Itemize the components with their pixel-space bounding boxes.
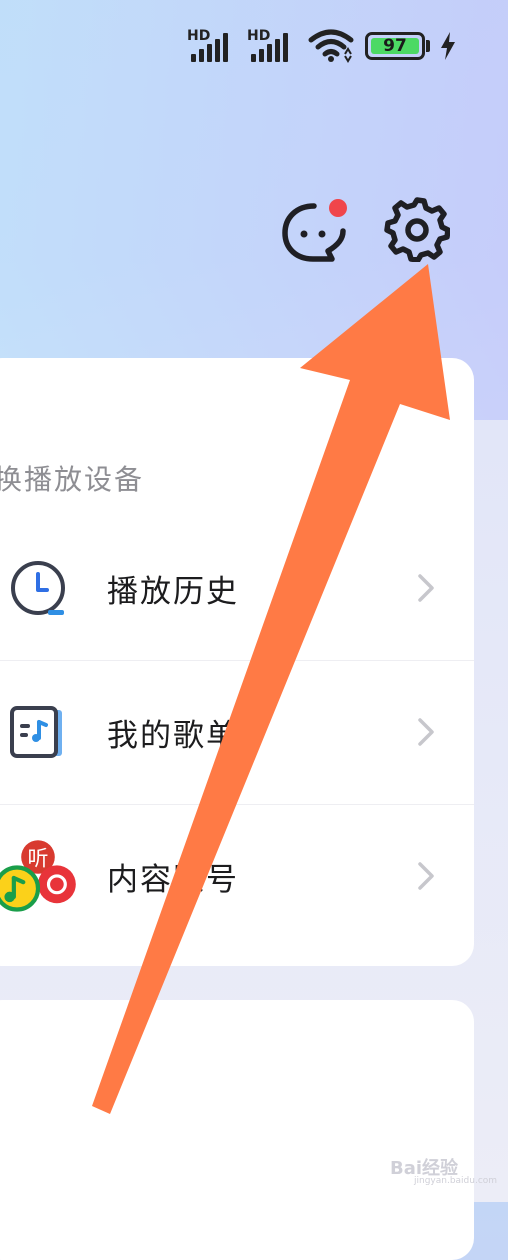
svg-text:听: 听 — [28, 846, 49, 870]
menu-item-content-accounts[interactable]: 听 内容账号 — [0, 804, 474, 948]
secondary-card — [0, 1000, 474, 1260]
chevron-right-icon — [418, 574, 434, 602]
menu-item-label: 我的歌单 — [107, 718, 239, 754]
charging-icon — [441, 32, 455, 60]
chevron-right-icon — [418, 718, 434, 746]
playlist-icon — [10, 706, 62, 758]
chat-bubble-icon[interactable] — [280, 198, 352, 266]
battery-level: 97 — [383, 36, 407, 56]
menu-item-label: 播放历史 — [107, 574, 239, 610]
wifi-icon — [308, 29, 354, 63]
menu-item-label: 内容账号 — [107, 862, 239, 898]
menu-item-my-playlists[interactable]: 我的歌单 — [0, 660, 474, 804]
menu-item-play-history[interactable]: 播放历史 — [0, 516, 474, 660]
sim1-signal-icon: HD — [187, 28, 237, 64]
chevron-right-icon — [418, 862, 434, 890]
content-accounts-icon: 听 — [0, 840, 76, 912]
status-bar: HD HD 97 — [187, 26, 456, 66]
sim2-signal-icon: HD — [247, 28, 297, 64]
notification-dot — [329, 199, 347, 217]
gear-icon[interactable] — [384, 196, 450, 262]
battery-cap — [426, 40, 430, 52]
switch-device-label[interactable]: 换播放设备 — [0, 458, 144, 498]
clock-history-icon — [11, 561, 65, 615]
watermark-sub: jingyan.baidu.com — [414, 1176, 498, 1186]
battery-icon: 97 — [365, 32, 425, 60]
watermark-logo: Bai经验 jingyan.baidu.com — [388, 1146, 497, 1186]
